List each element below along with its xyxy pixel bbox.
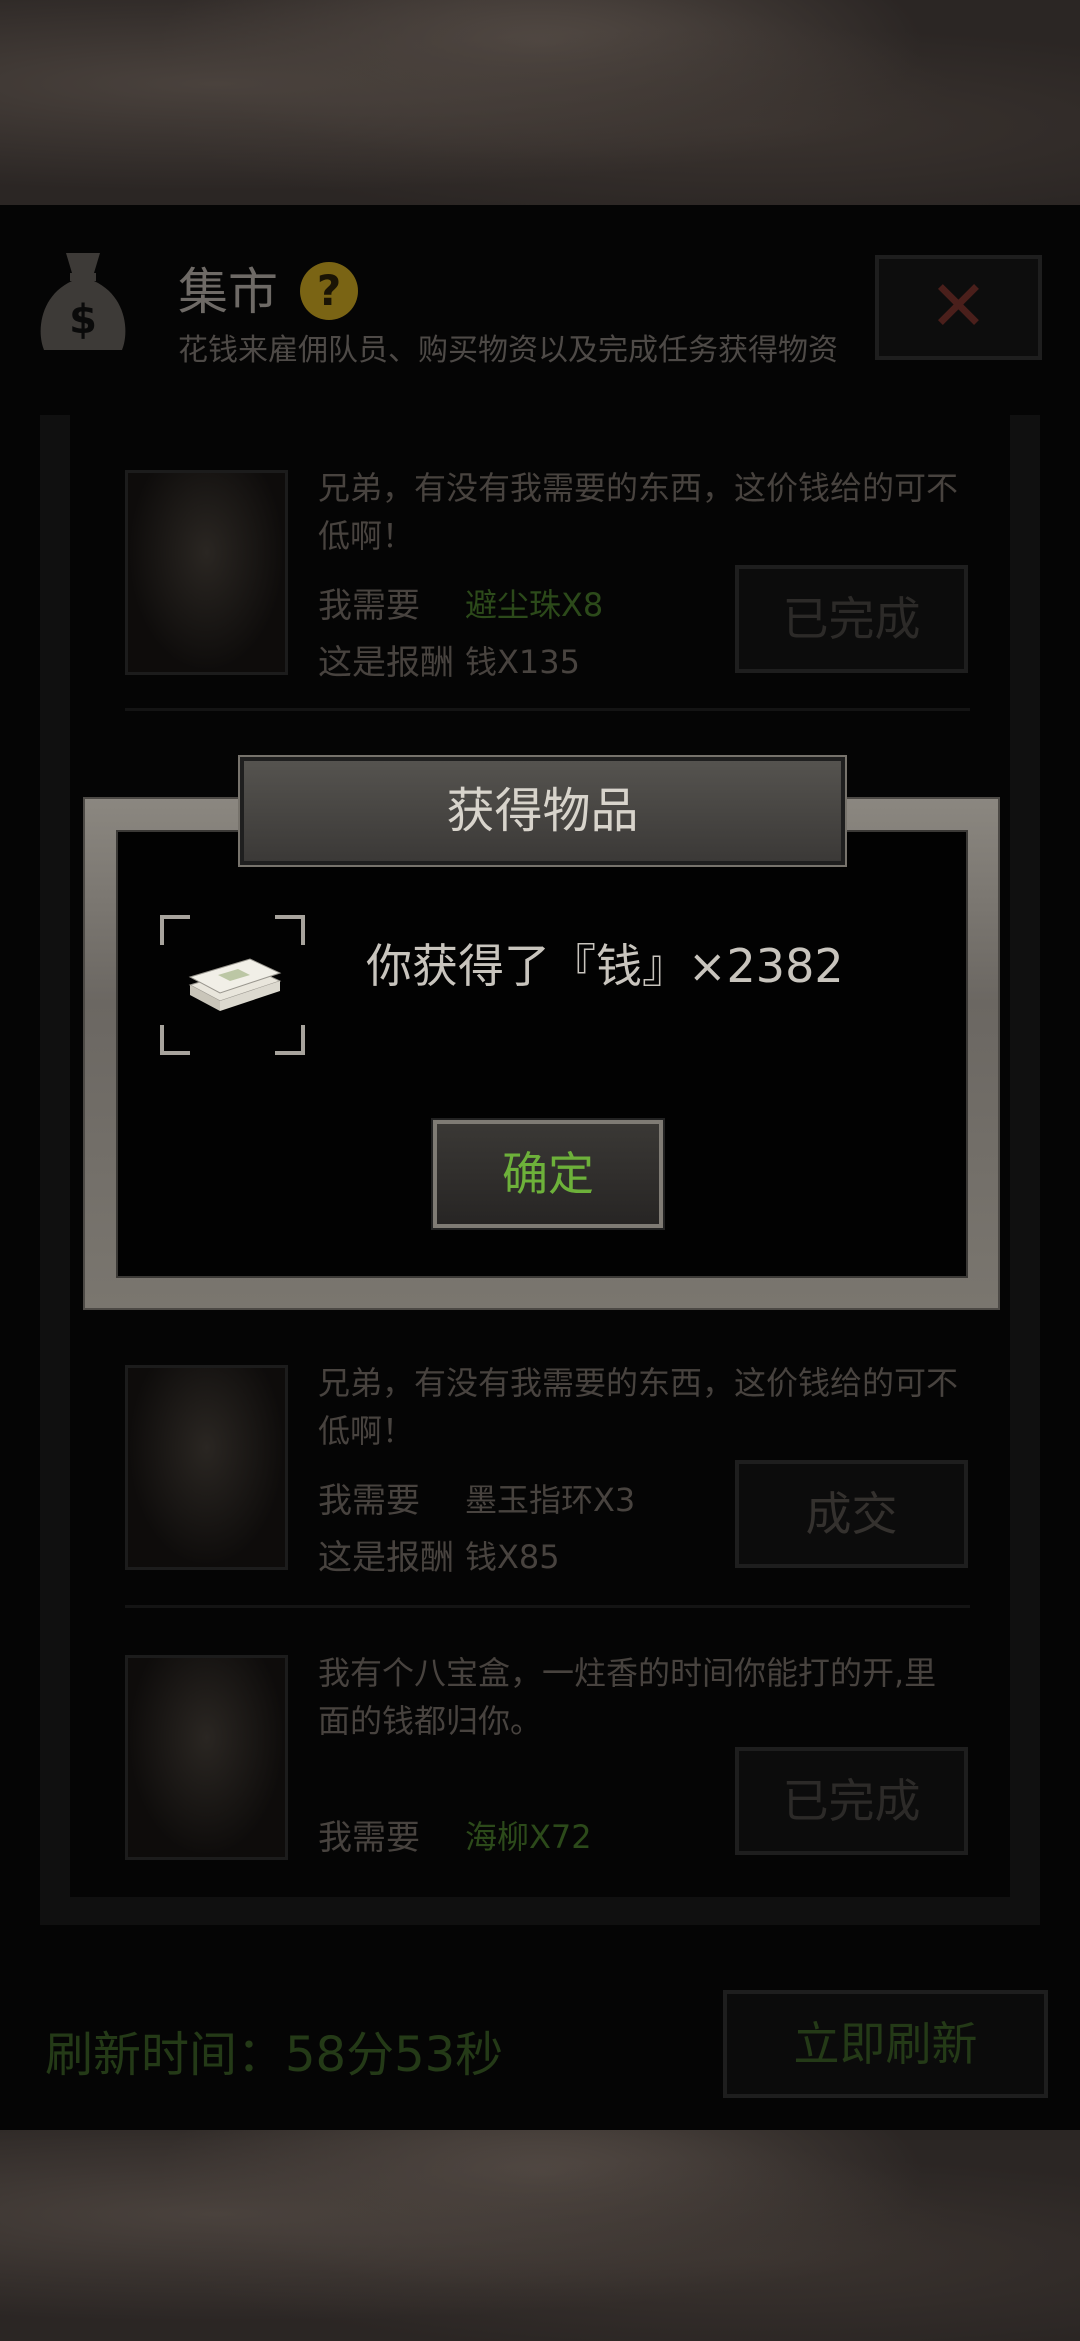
need-label: 我需要 xyxy=(318,586,420,626)
quest-text: 兄弟，有没有我需要的东西，这价钱给的可不低啊！ xyxy=(318,469,959,555)
money-stack-icon xyxy=(188,958,282,1011)
quest-giver-portrait xyxy=(125,470,288,675)
background-top xyxy=(0,0,1080,210)
completed-button[interactable]: 已完成 xyxy=(735,565,968,673)
refresh-now-button[interactable]: 立即刷新 xyxy=(723,1990,1048,2098)
deal-button[interactable]: 成交 xyxy=(735,1460,968,1568)
close-button[interactable]: ✕ xyxy=(875,255,1042,360)
reward-item: 钱X135 xyxy=(465,643,581,681)
page-title: 集市 xyxy=(178,263,278,321)
completed-button[interactable]: 已完成 xyxy=(735,1747,968,1855)
need-label: 我需要 xyxy=(318,1818,420,1858)
confirm-button[interactable]: 确定 xyxy=(431,1118,665,1230)
dialog-title: 获得物品 xyxy=(446,783,639,839)
svg-text:$: $ xyxy=(69,297,97,343)
need-item: 避尘珠X8 xyxy=(465,586,604,624)
reward-label: 这是报酬 xyxy=(318,1538,454,1578)
need-item: 海柳X72 xyxy=(465,1818,592,1856)
refresh-timer: 刷新时间：58分53秒 xyxy=(45,2027,504,2083)
help-icon[interactable]: ? xyxy=(300,262,358,320)
divider xyxy=(125,708,970,711)
dialog-message: 你获得了『钱』×2382 xyxy=(366,939,844,993)
need-label: 我需要 xyxy=(318,1481,420,1521)
divider xyxy=(125,1605,970,1608)
quest-text: 兄弟，有没有我需要的东西，这价钱给的可不低啊！ xyxy=(318,1364,959,1450)
quest-text: 我有个八宝盒，一炷香的时间你能打的开,里面的钱都归你。 xyxy=(318,1654,937,1740)
quest-giver-portrait xyxy=(125,1365,288,1570)
background-bottom xyxy=(0,2130,1080,2341)
reward-item: 钱X85 xyxy=(465,1538,560,1576)
quest-giver-portrait xyxy=(125,1655,288,1860)
item-slot xyxy=(160,915,305,1055)
money-bag-icon: $ xyxy=(36,245,130,360)
page-subtitle: 花钱来雇佣队员、购买物资以及完成任务获得物资 xyxy=(178,333,838,368)
reward-label: 这是报酬 xyxy=(318,643,454,683)
need-item: 墨玉指环X3 xyxy=(465,1481,636,1519)
